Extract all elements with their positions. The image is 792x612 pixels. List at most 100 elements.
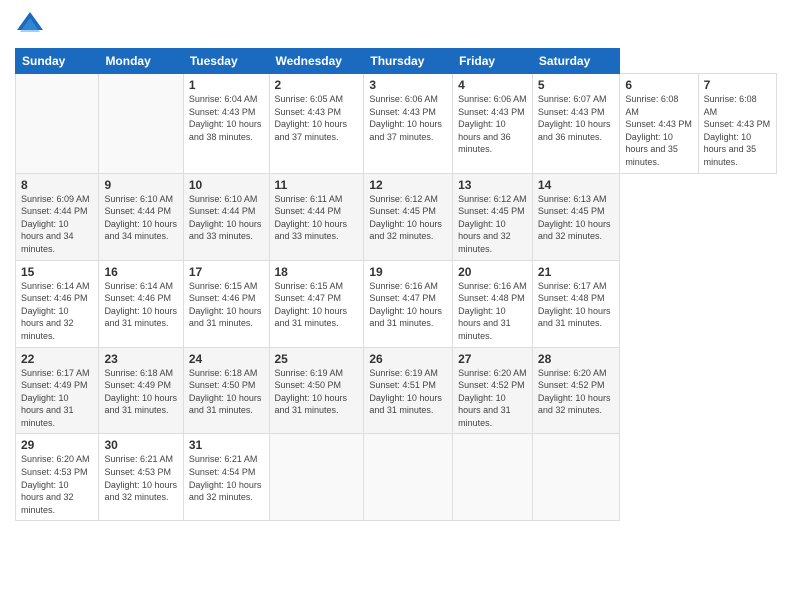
day-info: Sunrise: 6:15 AMSunset: 4:47 PMDaylight:… [275, 280, 359, 330]
day-number: 16 [104, 265, 177, 279]
calendar-cell [99, 74, 183, 174]
day-info: Sunrise: 6:06 AMSunset: 4:43 PMDaylight:… [369, 93, 447, 143]
calendar-table: SundayMondayTuesdayWednesdayThursdayFrid… [15, 48, 777, 521]
day-info: Sunrise: 6:16 AMSunset: 4:47 PMDaylight:… [369, 280, 447, 330]
calendar-cell [16, 74, 99, 174]
day-number: 2 [275, 78, 359, 92]
calendar-header-tuesday: Tuesday [183, 49, 269, 74]
day-number: 31 [189, 438, 264, 452]
calendar-cell: 18Sunrise: 6:15 AMSunset: 4:47 PMDayligh… [269, 260, 364, 347]
day-info: Sunrise: 6:06 AMSunset: 4:43 PMDaylight:… [458, 93, 527, 156]
calendar-cell: 10Sunrise: 6:10 AMSunset: 4:44 PMDayligh… [183, 173, 269, 260]
day-info: Sunrise: 6:12 AMSunset: 4:45 PMDaylight:… [369, 193, 447, 243]
calendar-cell: 6Sunrise: 6:08 AMSunset: 4:43 PMDaylight… [620, 74, 698, 174]
day-info: Sunrise: 6:14 AMSunset: 4:46 PMDaylight:… [21, 280, 93, 343]
day-info: Sunrise: 6:10 AMSunset: 4:44 PMDaylight:… [189, 193, 264, 243]
day-number: 9 [104, 178, 177, 192]
day-info: Sunrise: 6:19 AMSunset: 4:50 PMDaylight:… [275, 367, 359, 417]
day-number: 29 [21, 438, 93, 452]
day-info: Sunrise: 6:21 AMSunset: 4:53 PMDaylight:… [104, 453, 177, 503]
day-info: Sunrise: 6:20 AMSunset: 4:52 PMDaylight:… [458, 367, 527, 430]
day-number: 27 [458, 352, 527, 366]
day-number: 7 [704, 78, 771, 92]
day-number: 6 [625, 78, 692, 92]
calendar-cell: 25Sunrise: 6:19 AMSunset: 4:50 PMDayligh… [269, 347, 364, 434]
day-number: 20 [458, 265, 527, 279]
calendar-cell: 16Sunrise: 6:14 AMSunset: 4:46 PMDayligh… [99, 260, 183, 347]
day-info: Sunrise: 6:10 AMSunset: 4:44 PMDaylight:… [104, 193, 177, 243]
calendar-cell [269, 434, 364, 521]
calendar-header-wednesday: Wednesday [269, 49, 364, 74]
day-info: Sunrise: 6:15 AMSunset: 4:46 PMDaylight:… [189, 280, 264, 330]
calendar-cell: 21Sunrise: 6:17 AMSunset: 4:48 PMDayligh… [532, 260, 619, 347]
calendar-cell: 9Sunrise: 6:10 AMSunset: 4:44 PMDaylight… [99, 173, 183, 260]
calendar-header-sunday: Sunday [16, 49, 99, 74]
calendar-week-row: 1Sunrise: 6:04 AMSunset: 4:43 PMDaylight… [16, 74, 777, 174]
day-info: Sunrise: 6:09 AMSunset: 4:44 PMDaylight:… [21, 193, 93, 256]
calendar-cell: 11Sunrise: 6:11 AMSunset: 4:44 PMDayligh… [269, 173, 364, 260]
calendar-cell: 26Sunrise: 6:19 AMSunset: 4:51 PMDayligh… [364, 347, 453, 434]
calendar-week-row: 15Sunrise: 6:14 AMSunset: 4:46 PMDayligh… [16, 260, 777, 347]
calendar-header-saturday: Saturday [532, 49, 619, 74]
day-number: 23 [104, 352, 177, 366]
calendar-cell: 1Sunrise: 6:04 AMSunset: 4:43 PMDaylight… [183, 74, 269, 174]
calendar-cell: 22Sunrise: 6:17 AMSunset: 4:49 PMDayligh… [16, 347, 99, 434]
day-info: Sunrise: 6:13 AMSunset: 4:45 PMDaylight:… [538, 193, 614, 243]
calendar-cell: 19Sunrise: 6:16 AMSunset: 4:47 PMDayligh… [364, 260, 453, 347]
calendar-cell: 3Sunrise: 6:06 AMSunset: 4:43 PMDaylight… [364, 74, 453, 174]
calendar-cell [532, 434, 619, 521]
day-number: 4 [458, 78, 527, 92]
calendar-cell: 5Sunrise: 6:07 AMSunset: 4:43 PMDaylight… [532, 74, 619, 174]
day-info: Sunrise: 6:18 AMSunset: 4:50 PMDaylight:… [189, 367, 264, 417]
day-info: Sunrise: 6:19 AMSunset: 4:51 PMDaylight:… [369, 367, 447, 417]
day-number: 11 [275, 178, 359, 192]
calendar-cell: 20Sunrise: 6:16 AMSunset: 4:48 PMDayligh… [453, 260, 533, 347]
day-info: Sunrise: 6:17 AMSunset: 4:48 PMDaylight:… [538, 280, 614, 330]
calendar-cell: 24Sunrise: 6:18 AMSunset: 4:50 PMDayligh… [183, 347, 269, 434]
calendar-cell: 2Sunrise: 6:05 AMSunset: 4:43 PMDaylight… [269, 74, 364, 174]
day-info: Sunrise: 6:17 AMSunset: 4:49 PMDaylight:… [21, 367, 93, 430]
calendar-cell: 13Sunrise: 6:12 AMSunset: 4:45 PMDayligh… [453, 173, 533, 260]
day-number: 24 [189, 352, 264, 366]
day-number: 17 [189, 265, 264, 279]
day-info: Sunrise: 6:08 AMSunset: 4:43 PMDaylight:… [625, 93, 692, 169]
calendar-cell: 30Sunrise: 6:21 AMSunset: 4:53 PMDayligh… [99, 434, 183, 521]
day-number: 25 [275, 352, 359, 366]
day-info: Sunrise: 6:18 AMSunset: 4:49 PMDaylight:… [104, 367, 177, 417]
calendar-cell: 8Sunrise: 6:09 AMSunset: 4:44 PMDaylight… [16, 173, 99, 260]
calendar-cell: 23Sunrise: 6:18 AMSunset: 4:49 PMDayligh… [99, 347, 183, 434]
calendar-header-thursday: Thursday [364, 49, 453, 74]
calendar-cell: 29Sunrise: 6:20 AMSunset: 4:53 PMDayligh… [16, 434, 99, 521]
calendar-week-row: 8Sunrise: 6:09 AMSunset: 4:44 PMDaylight… [16, 173, 777, 260]
calendar-cell [453, 434, 533, 521]
day-info: Sunrise: 6:08 AMSunset: 4:43 PMDaylight:… [704, 93, 771, 169]
calendar-cell: 27Sunrise: 6:20 AMSunset: 4:52 PMDayligh… [453, 347, 533, 434]
calendar-cell [364, 434, 453, 521]
logo-icon [15, 10, 45, 40]
calendar-cell: 31Sunrise: 6:21 AMSunset: 4:54 PMDayligh… [183, 434, 269, 521]
day-number: 18 [275, 265, 359, 279]
day-info: Sunrise: 6:21 AMSunset: 4:54 PMDaylight:… [189, 453, 264, 503]
calendar-cell: 28Sunrise: 6:20 AMSunset: 4:52 PMDayligh… [532, 347, 619, 434]
calendar-header-monday: Monday [99, 49, 183, 74]
day-info: Sunrise: 6:16 AMSunset: 4:48 PMDaylight:… [458, 280, 527, 343]
page: SundayMondayTuesdayWednesdayThursdayFrid… [0, 0, 792, 612]
day-info: Sunrise: 6:04 AMSunset: 4:43 PMDaylight:… [189, 93, 264, 143]
day-number: 21 [538, 265, 614, 279]
day-number: 19 [369, 265, 447, 279]
day-number: 13 [458, 178, 527, 192]
logo [15, 10, 49, 40]
calendar-week-row: 22Sunrise: 6:17 AMSunset: 4:49 PMDayligh… [16, 347, 777, 434]
day-number: 10 [189, 178, 264, 192]
calendar-cell: 4Sunrise: 6:06 AMSunset: 4:43 PMDaylight… [453, 74, 533, 174]
day-number: 1 [189, 78, 264, 92]
day-info: Sunrise: 6:14 AMSunset: 4:46 PMDaylight:… [104, 280, 177, 330]
day-number: 30 [104, 438, 177, 452]
day-info: Sunrise: 6:07 AMSunset: 4:43 PMDaylight:… [538, 93, 614, 143]
day-number: 14 [538, 178, 614, 192]
day-info: Sunrise: 6:20 AMSunset: 4:52 PMDaylight:… [538, 367, 614, 417]
day-number: 26 [369, 352, 447, 366]
day-number: 3 [369, 78, 447, 92]
calendar-cell: 12Sunrise: 6:12 AMSunset: 4:45 PMDayligh… [364, 173, 453, 260]
day-info: Sunrise: 6:05 AMSunset: 4:43 PMDaylight:… [275, 93, 359, 143]
